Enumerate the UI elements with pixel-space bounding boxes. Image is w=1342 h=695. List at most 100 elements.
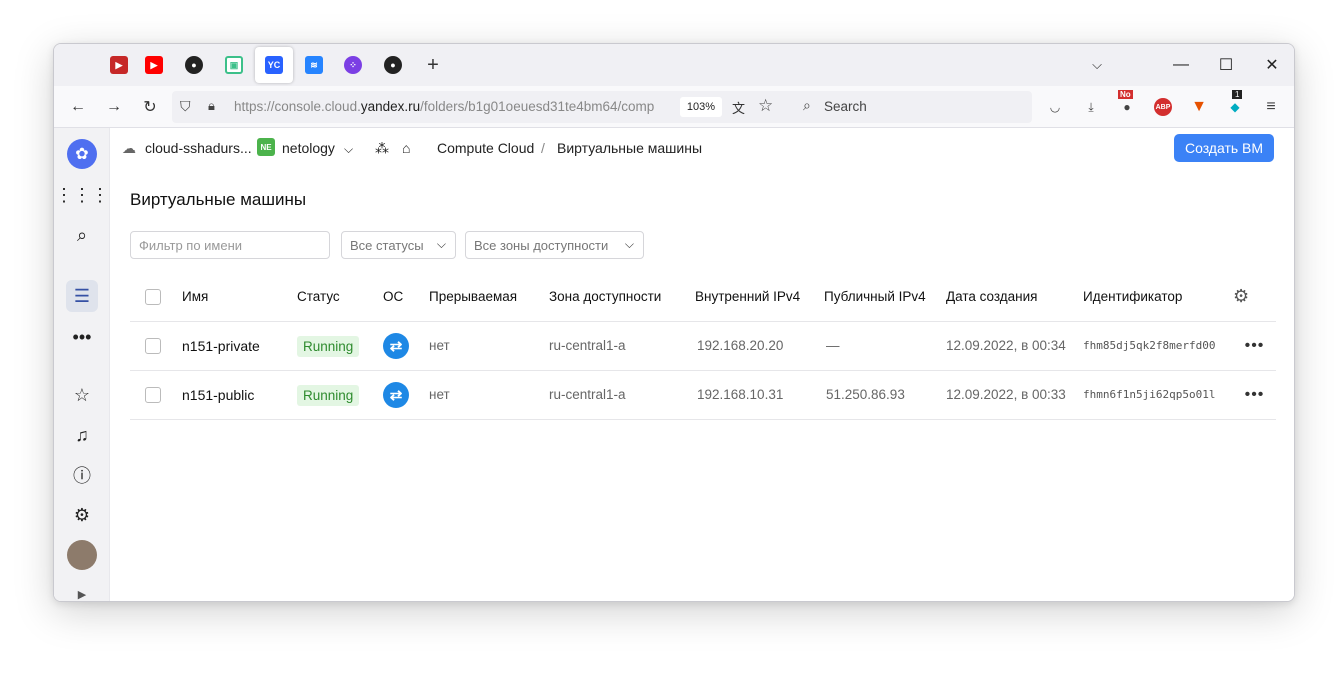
url-bar[interactable]: ⛉ 🔒︎ https://console.cloud.yandex.ru/fol… bbox=[172, 91, 832, 123]
vm-zone: ru-central1-a bbox=[549, 370, 695, 420]
name-filter-input[interactable]: Фильтр по имени bbox=[130, 231, 330, 259]
shield-icon[interactable]: ⛉ bbox=[180, 98, 191, 115]
reload-icon[interactable]: ↻ bbox=[136, 94, 164, 120]
url-text[interactable]: https://console.cloud.yandex.ru/folders/… bbox=[234, 99, 668, 114]
row-actions-icon[interactable]: ••• bbox=[1245, 337, 1265, 354]
status-filter-select[interactable]: Все статусы ⌵ bbox=[341, 231, 456, 259]
green-box-icon: ▣ bbox=[225, 56, 243, 74]
avatar[interactable] bbox=[66, 539, 98, 571]
vm-id: fhmn6f1n5ji62qp5o01l bbox=[1083, 370, 1233, 420]
no-badge: No bbox=[1118, 90, 1133, 99]
breadcrumb-cloud[interactable]: cloud-sshadurs... bbox=[145, 140, 252, 156]
more-icon[interactable]: ••• bbox=[66, 321, 98, 353]
noscript-icon[interactable]: No ● bbox=[1116, 90, 1138, 118]
search-box[interactable]: ⌕ Search bbox=[794, 91, 1032, 123]
compute-cloud-icon[interactable]: ☰ bbox=[66, 280, 98, 312]
forward-icon[interactable]: → bbox=[100, 94, 128, 120]
colored-dots-icon: ⁘ bbox=[344, 56, 362, 74]
row-checkbox[interactable] bbox=[145, 387, 161, 404]
vm-name[interactable]: n151-public bbox=[182, 370, 297, 420]
notifications-bell-icon[interactable]: ♫ bbox=[66, 419, 98, 451]
vm-status-cell: Running bbox=[297, 370, 383, 420]
tab-8[interactable]: ● bbox=[375, 50, 411, 80]
col-os[interactable]: ОС bbox=[383, 273, 429, 322]
table-settings-gear-icon[interactable]: ⚙ bbox=[1233, 273, 1276, 322]
vm-created: 12.09.2022, в 00:33 bbox=[946, 370, 1083, 420]
tab-3[interactable]: ● bbox=[176, 50, 212, 80]
col-preemptible[interactable]: Прерываемая bbox=[429, 273, 549, 322]
col-internal-ip[interactable]: Внутренний IPv4 bbox=[695, 273, 824, 322]
settings-gear-icon[interactable]: ⚙ bbox=[66, 499, 98, 531]
create-vm-button[interactable]: Создать ВМ bbox=[1174, 134, 1274, 162]
zoom-level[interactable]: 103% bbox=[680, 97, 722, 117]
pocket-icon[interactable]: ◡ bbox=[1044, 96, 1066, 118]
chevron-down-icon[interactable]: ⌵ bbox=[344, 142, 353, 157]
col-status[interactable]: Статус bbox=[297, 273, 383, 322]
expand-sidebar-icon[interactable]: ▶ bbox=[66, 578, 98, 601]
vm-internal-ip: 192.168.10.31 bbox=[695, 370, 824, 420]
table-row[interactable]: n151-private Running ⇄ нет ru-central1-a… bbox=[130, 321, 1276, 371]
new-tab-button[interactable]: + bbox=[415, 50, 451, 80]
jira-icon: ≋ bbox=[305, 56, 323, 74]
lock-icon[interactable]: 🔒︎ bbox=[208, 98, 215, 114]
col-zone[interactable]: Зона доступности bbox=[549, 273, 695, 322]
zone-filter-select[interactable]: Все зоны доступности ⌵ bbox=[465, 231, 644, 259]
download-icon[interactable]: ⤓ bbox=[1080, 96, 1102, 118]
vm-public-ip: 51.250.86.93 bbox=[824, 370, 946, 420]
notification-ext-icon[interactable]: 1 ◆ bbox=[1224, 90, 1246, 118]
vm-os-cell: ⇄ bbox=[383, 370, 429, 420]
row-actions-cell: ••• bbox=[1233, 370, 1276, 420]
adblock-icon[interactable]: ABP bbox=[1152, 96, 1174, 118]
minimize-icon[interactable]: — bbox=[1166, 52, 1196, 78]
vm-preemptible: нет bbox=[429, 370, 549, 420]
row-checkbox-cell bbox=[130, 321, 182, 371]
vm-os-cell: ⇄ bbox=[383, 321, 429, 371]
vm-id: fhm85dj5qk2f8merfd00 bbox=[1083, 321, 1233, 371]
tab-2[interactable]: ▶ bbox=[136, 50, 172, 80]
folder-badge: NE bbox=[257, 138, 275, 156]
col-created[interactable]: Дата создания bbox=[946, 273, 1083, 322]
youtube-icon: ▶ bbox=[145, 56, 163, 74]
row-checkbox-cell bbox=[130, 370, 182, 420]
bookmark-star-icon[interactable]: ☆ bbox=[758, 96, 773, 116]
chevron-down-icon: ⌵ bbox=[624, 237, 634, 251]
row-checkbox[interactable] bbox=[145, 338, 161, 355]
sidebar: ✿ ⋮⋮⋮ ⌕ ☰ ••• ☆ ♫ ⓘ ⚙ ▶ bbox=[54, 128, 110, 601]
vivaldi-icon[interactable]: ▼ bbox=[1188, 96, 1210, 118]
tab-list-icon[interactable]: ⌵ bbox=[1082, 52, 1112, 78]
navigation-bar: ← → ↻ ⛉ 🔒︎ https://console.cloud.yandex.… bbox=[54, 86, 1294, 128]
vm-name[interactable]: n151-private bbox=[182, 321, 297, 371]
breadcrumb-service[interactable]: Compute Cloud bbox=[437, 140, 534, 156]
select-all-checkbox-cell bbox=[130, 273, 182, 322]
tab-strip: ▶ ▶ ● ▣ YC ≋ ⁘ ● + ⌵ — ☐ ✕ bbox=[54, 44, 1294, 86]
menu-icon[interactable]: ≡ bbox=[1260, 96, 1282, 118]
row-actions-cell: ••• bbox=[1233, 321, 1276, 371]
search-icon[interactable]: ⌕ bbox=[66, 219, 98, 251]
ext-count-badge: 1 bbox=[1232, 90, 1243, 99]
services-grid-icon[interactable]: ⋮⋮⋮ bbox=[55, 179, 109, 211]
close-icon[interactable]: ✕ bbox=[1257, 52, 1287, 78]
tab-6[interactable]: ≋ bbox=[296, 50, 332, 80]
vm-internal-ip: 192.168.20.20 bbox=[695, 321, 824, 371]
col-id[interactable]: Идентификатор bbox=[1083, 273, 1233, 322]
cloud-icon: ☁ bbox=[122, 140, 136, 156]
back-icon[interactable]: ← bbox=[64, 94, 92, 120]
tab-yandex-cloud[interactable]: YC bbox=[255, 47, 293, 83]
maximize-icon[interactable]: ☐ bbox=[1211, 52, 1241, 78]
row-actions-icon[interactable]: ••• bbox=[1245, 386, 1265, 403]
table-row[interactable]: n151-public Running ⇄ нет ru-central1-a … bbox=[130, 370, 1276, 420]
tab-7[interactable]: ⁘ bbox=[335, 50, 371, 80]
breadcrumb-separator: / bbox=[541, 140, 545, 156]
yandex-cloud-logo-icon[interactable]: ✿ bbox=[66, 138, 98, 170]
translate-icon[interactable]: ⽂ bbox=[732, 98, 745, 117]
tab-1[interactable]: ▶ bbox=[101, 50, 137, 80]
tab-4[interactable]: ▣ bbox=[216, 50, 252, 80]
home-icon[interactable]: ⌂ bbox=[402, 140, 410, 156]
services-icon[interactable]: ⁂ bbox=[375, 140, 389, 157]
favorites-star-icon[interactable]: ☆ bbox=[66, 379, 98, 411]
col-public-ip[interactable]: Публичный IPv4 bbox=[824, 273, 946, 322]
col-name[interactable]: Имя bbox=[182, 273, 297, 322]
select-all-checkbox[interactable] bbox=[145, 288, 161, 305]
breadcrumb-folder[interactable]: netology bbox=[282, 140, 335, 156]
help-icon[interactable]: ⓘ bbox=[66, 459, 98, 491]
